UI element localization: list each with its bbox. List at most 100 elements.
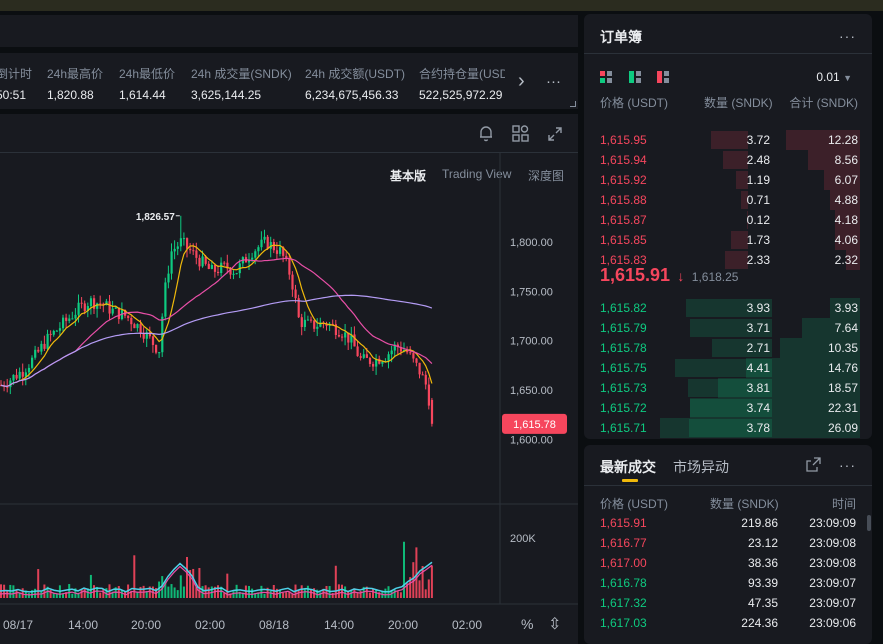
divider [584, 485, 872, 486]
candlestick-chart[interactable]: 1,800.00 1,750.00 1,700.00 1,650.00 1,600.00… [0, 114, 578, 644]
orderbook-panel: 订单簿 ··· 0.01 ▼ 价格 (USDT) 数量 (SNDK) 合计 (S… [584, 14, 872, 439]
axis-settings-icon[interactable]: ⇳ [548, 614, 561, 634]
candle-body [390, 350, 393, 355]
time-axis-label: 02:00 [195, 618, 225, 632]
volume-bar [251, 588, 254, 598]
tick-size-select[interactable]: 0.01 ▼ [816, 70, 852, 84]
trades-more-icon[interactable]: ··· [839, 457, 856, 473]
volume-bar [399, 592, 402, 598]
candle-body [251, 257, 254, 260]
candle-body [167, 273, 170, 283]
candle-body [142, 333, 145, 339]
percent-toggle[interactable]: % [521, 616, 533, 632]
bid-qty: 3.74 [746, 401, 770, 415]
bid-row[interactable]: 1,615.75 4.41 14.76 [584, 358, 872, 378]
bid-total: 14.76 [827, 361, 858, 375]
bid-row[interactable]: 1,615.72 3.74 22.31 [584, 398, 872, 418]
ma99-line [0, 294, 433, 387]
candle-body [111, 308, 114, 314]
popout-icon[interactable] [806, 457, 821, 472]
ask-row[interactable]: 1,615.85 1.73 4.06 [584, 230, 872, 250]
candle-body [337, 334, 341, 337]
tab-recent-trades[interactable]: 最新成交 [600, 457, 656, 477]
volume-bar [232, 591, 235, 598]
ask-row[interactable]: 1,615.87 0.12 4.18 [584, 210, 872, 230]
ask-qty: 1.73 [746, 233, 770, 247]
chevron-down-icon: ▼ [843, 73, 852, 83]
volume-bar [167, 586, 170, 598]
trade-row: 1,615.91 219.86 23:09:09 [584, 513, 872, 533]
trade-price: 1,616.78 [600, 576, 647, 590]
tab-market-movers[interactable]: 市场异动 [673, 457, 729, 477]
candle-body [37, 349, 40, 352]
volume-bar [99, 592, 102, 598]
bid-total: 22.31 [827, 401, 858, 415]
view-both-icon[interactable] [600, 71, 612, 83]
candle-body [257, 247, 260, 252]
candle-body [232, 273, 235, 275]
candle-body [74, 314, 77, 319]
view-asks-icon[interactable] [657, 71, 669, 83]
bid-row[interactable]: 1,615.73 3.81 18.57 [584, 378, 872, 398]
trade-time: 23:09:07 [809, 576, 856, 590]
ask-row[interactable]: 1,615.88 0.71 4.88 [584, 190, 872, 210]
bid-total: 7.64 [834, 321, 858, 335]
volume-bar [337, 584, 340, 598]
candle-body [272, 241, 275, 251]
candle-body [133, 324, 136, 329]
volume-bar [282, 592, 285, 598]
candle-body [378, 358, 381, 364]
trade-time: 23:09:06 [809, 616, 856, 630]
trade-time: 23:09:07 [809, 596, 856, 610]
volume-bar [310, 589, 312, 598]
candle-body [275, 250, 279, 254]
header-qty: 数量 (SNDK) [704, 96, 773, 110]
candle-body [155, 344, 158, 353]
volume-bar [182, 586, 185, 598]
bid-row[interactable]: 1,615.82 3.93 3.93 [584, 298, 872, 318]
trade-qty: 93.39 [747, 576, 778, 590]
bid-row[interactable]: 1,615.79 3.71 7.64 [584, 318, 872, 338]
mark-price: 1,618.25 [691, 270, 739, 284]
last-price-row[interactable]: 1,615.91 ↓ 1,618.25 [600, 265, 738, 286]
top-strip [0, 0, 883, 11]
bid-qty: 3.71 [746, 321, 770, 335]
bid-total: 3.93 [834, 301, 858, 315]
candle-body [114, 307, 117, 309]
candle-body [356, 346, 359, 357]
volume-bar [15, 590, 18, 598]
stat-countdown: 倒计时 50:51 [0, 65, 32, 102]
stat-label: 24h 成交量(SNDK) [191, 67, 292, 81]
candle-body [198, 257, 201, 267]
orderbook-more-icon[interactable]: ··· [839, 28, 856, 44]
bid-row[interactable]: 1,615.71 3.78 26.09 [584, 418, 872, 438]
candle-body [260, 239, 263, 248]
candle-body [34, 349, 37, 358]
volume-bar [260, 585, 263, 598]
view-bids-icon[interactable] [629, 71, 641, 83]
volume-bar [102, 588, 105, 598]
qty-bar [730, 231, 748, 249]
bid-row[interactable]: 1,615.78 2.71 10.35 [584, 338, 872, 358]
candle-body [151, 336, 155, 345]
candle-body [210, 264, 213, 269]
volume-bar [34, 588, 37, 598]
scrollbar-thumb[interactable] [867, 515, 871, 531]
volume-bar [55, 593, 58, 598]
more-icon[interactable]: ··· [546, 73, 561, 90]
volume-bar [269, 590, 272, 598]
ask-row[interactable]: 1,615.94 2.48 8.56 [584, 150, 872, 170]
next-stats-icon[interactable]: › [518, 70, 525, 93]
resize-corner-icon [570, 101, 576, 107]
ask-qty: 3.72 [746, 133, 770, 147]
time-axis-label: 14:00 [324, 618, 354, 632]
volume-bar [418, 580, 421, 598]
bid-qty: 2.71 [746, 341, 770, 355]
orderbook-title: 订单簿 [600, 29, 642, 45]
bid-price: 1,615.79 [600, 321, 647, 335]
candle-body [55, 330, 58, 332]
ask-row[interactable]: 1,615.92 1.19 6.07 [584, 170, 872, 190]
price-axis-label: 1,600.00 [510, 434, 553, 446]
ask-row[interactable]: 1,615.95 3.72 12.28 [584, 130, 872, 150]
stat-24h-high: 24h最高价 1,820.88 [47, 65, 103, 102]
